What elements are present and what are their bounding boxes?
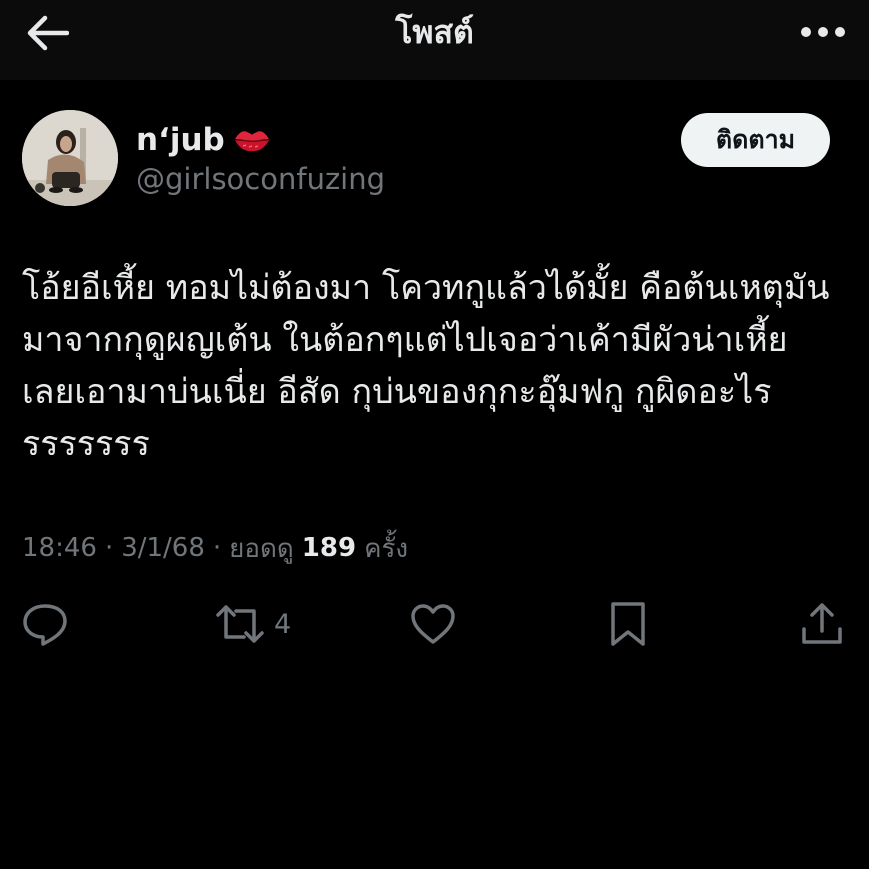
post-meta: 18:46 · 3/1/68 · ยอดดู 189 ครั้ง bbox=[22, 528, 408, 568]
more-horizontal-icon bbox=[801, 27, 845, 37]
heart-icon bbox=[411, 604, 455, 644]
share-button[interactable] bbox=[800, 598, 844, 650]
page-title: โพสต์ bbox=[395, 13, 474, 51]
views-label: ยอดดู bbox=[229, 533, 294, 564]
meta-separator: · bbox=[212, 533, 222, 563]
avatar-photo bbox=[22, 110, 118, 206]
author-name-row[interactable]: n‘jub bbox=[136, 118, 271, 162]
more-button[interactable] bbox=[795, 14, 851, 50]
author-handle[interactable]: @girlsoconfuzing bbox=[136, 160, 385, 198]
views-count[interactable]: 189 bbox=[302, 533, 356, 563]
reply-button[interactable] bbox=[22, 598, 68, 650]
top-bar: โพสต์ bbox=[0, 0, 869, 80]
views-suffix: ครั้ง bbox=[364, 533, 409, 564]
repost-count: 4 bbox=[274, 608, 292, 640]
share-icon bbox=[802, 603, 842, 644]
repost-button[interactable]: 4 bbox=[214, 598, 291, 650]
bookmark-button[interactable] bbox=[608, 598, 648, 650]
post-time[interactable]: 18:46 bbox=[22, 533, 97, 563]
post-date[interactable]: 3/1/68 bbox=[121, 533, 205, 563]
like-button[interactable] bbox=[410, 598, 456, 650]
reply-icon bbox=[23, 604, 67, 646]
avatar[interactable] bbox=[22, 110, 118, 206]
display-name[interactable]: n‘jub bbox=[136, 118, 225, 162]
follow-button[interactable]: ติดตาม bbox=[681, 113, 830, 167]
repost-icon bbox=[216, 605, 264, 643]
post-text: โอ้ยอีเหี้ย ทอมไม่ต้องมา โควทกูแล้วได้มั… bbox=[22, 268, 830, 464]
lips-emoji-icon bbox=[233, 126, 271, 154]
bookmark-icon bbox=[611, 602, 645, 646]
meta-separator: · bbox=[104, 533, 114, 563]
